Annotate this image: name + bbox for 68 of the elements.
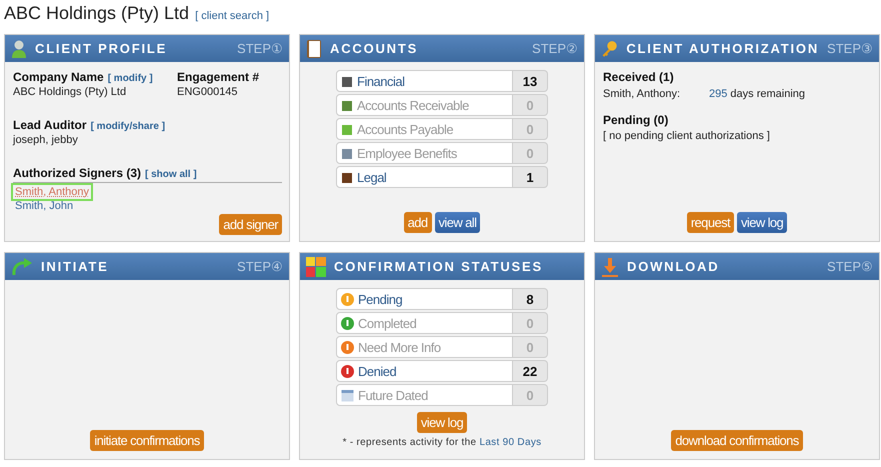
action-button[interactable]: view log xyxy=(737,212,788,233)
panel-title: CONFIRMATION STATUSES xyxy=(334,259,544,274)
panel-title: ACCOUNTS xyxy=(330,41,420,56)
footnote-text: * - represents activity for the xyxy=(342,437,478,448)
step-label: STEP② xyxy=(532,41,578,56)
step-label: STEP① xyxy=(237,41,283,56)
category-link[interactable]: Completed xyxy=(336,312,513,334)
action-button[interactable]: initiate confirmations xyxy=(90,430,204,451)
signer-link[interactable]: Smith, Anthony xyxy=(13,185,91,199)
count-cell: 0 xyxy=(513,118,548,140)
field-label: Engagement # xyxy=(177,70,260,84)
action-button[interactable]: add xyxy=(404,212,432,233)
modify-link[interactable]: [ modify ] xyxy=(108,73,153,84)
section-label: Received (1) xyxy=(603,70,675,84)
panel-title: CLIENT AUTHORIZATION xyxy=(626,41,820,56)
count-cell: 0 xyxy=(513,312,548,334)
action-button[interactable]: add signer xyxy=(219,214,282,235)
section-label: Authorized Signers (3) xyxy=(13,166,142,180)
count-cell: 22 xyxy=(513,360,548,382)
action-button[interactable]: view log xyxy=(416,412,468,433)
action-button[interactable]: download confirmations xyxy=(671,430,803,451)
tiles-icon xyxy=(306,256,326,276)
count-cell: 13 xyxy=(513,70,548,92)
field-value: ABC Holdings (Pty) Ltd xyxy=(13,86,128,98)
category-link[interactable]: Accounts Receivable xyxy=(336,94,513,116)
curved-arrow-icon xyxy=(11,258,33,276)
category-link[interactable]: Denied xyxy=(336,360,513,382)
show-all-link[interactable]: [ show all ] xyxy=(145,169,197,180)
count-cell: 0 xyxy=(513,384,548,406)
category-link[interactable]: Financial xyxy=(336,70,513,92)
count-cell: 0 xyxy=(513,336,548,358)
page-title: ABC Holdings (Pty) Ltd xyxy=(4,3,190,24)
step-label: STEP⑤ xyxy=(827,259,873,274)
panel-title: DOWNLOAD xyxy=(627,259,720,274)
category-link[interactable]: Pending xyxy=(336,288,513,310)
field-value: joseph, jebby xyxy=(13,134,79,146)
modify-share-link[interactable]: [ modify/share ] xyxy=(90,121,166,132)
warning-icon xyxy=(341,292,354,306)
field-label: Lead Auditor xyxy=(13,118,87,132)
category-link[interactable]: Accounts Payable xyxy=(336,118,513,140)
count-cell: 0 xyxy=(513,94,548,116)
count-cell: 1 xyxy=(513,166,548,188)
download-icon xyxy=(601,256,619,276)
category-link[interactable]: Legal xyxy=(336,166,513,188)
period-link[interactable]: Last 90 Days xyxy=(479,437,542,448)
action-button[interactable]: view all xyxy=(434,212,480,233)
step-label: STEP④ xyxy=(237,259,283,274)
category-link[interactable]: Need More Info xyxy=(336,336,513,358)
calendar-icon xyxy=(341,388,354,402)
step-label: STEP③ xyxy=(827,41,873,56)
clipboard-icon xyxy=(306,38,322,58)
signer-name: Smith, Anthony: xyxy=(603,88,682,100)
panel-title: INITIATE xyxy=(41,259,110,274)
person-icon xyxy=(11,38,27,58)
action-button[interactable]: request xyxy=(686,212,734,233)
empty-note: [ no pending client authorizations ] xyxy=(603,130,771,142)
category-link[interactable]: Employee Benefits xyxy=(336,142,513,164)
field-value: ENG000145 xyxy=(177,86,239,98)
category-link[interactable]: Future Dated xyxy=(336,384,513,406)
days-text: days remaining xyxy=(729,88,806,100)
count-cell: 0 xyxy=(513,142,548,164)
section-label: Pending (0) xyxy=(603,113,670,127)
signer-link[interactable]: Smith, John xyxy=(13,199,76,213)
days-link[interactable]: 295 xyxy=(709,88,728,100)
panel-title: CLIENT PROFILE xyxy=(35,41,168,56)
client-search-link[interactable]: [ client search ] xyxy=(195,10,270,22)
count-cell: 8 xyxy=(513,288,548,310)
field-label: Company Name xyxy=(13,70,104,84)
